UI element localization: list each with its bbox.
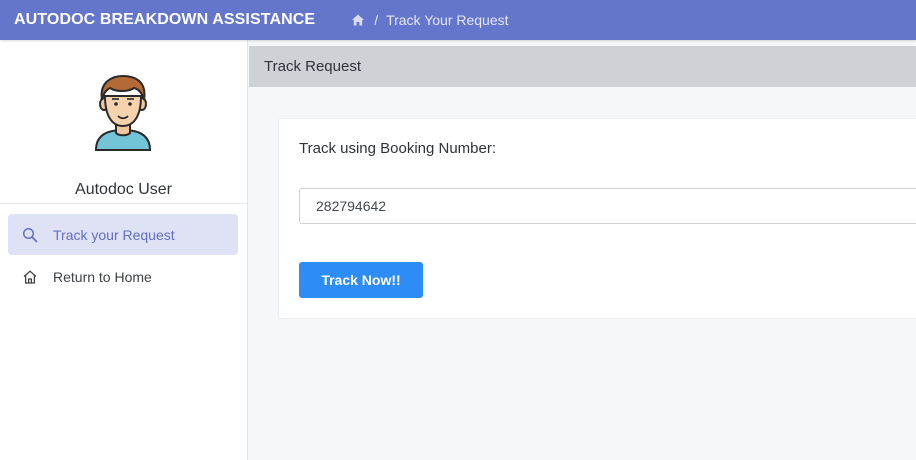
breadcrumb: / Track Your Request bbox=[351, 12, 509, 28]
track-now-button[interactable]: Track Now!! bbox=[299, 262, 423, 298]
booking-number-label: Track using Booking Number: bbox=[299, 140, 497, 157]
booking-number-input[interactable] bbox=[299, 188, 916, 224]
sidebar-divider bbox=[0, 203, 247, 204]
breadcrumb-current: Track Your Request bbox=[386, 12, 509, 28]
user-avatar bbox=[90, 74, 156, 152]
main-content: Track Request Track using Booking Number… bbox=[249, 40, 916, 460]
home-icon bbox=[22, 269, 38, 285]
sidebar-item-label: Return to Home bbox=[53, 268, 152, 285]
section-title: Track Request bbox=[249, 46, 916, 87]
home-icon[interactable] bbox=[351, 13, 365, 27]
sidebar-item-track-request[interactable]: Track your Request bbox=[8, 214, 238, 255]
user-name: Autodoc User bbox=[75, 181, 172, 198]
search-icon bbox=[22, 227, 38, 243]
brand-title[interactable]: AUTODOC BREAKDOWN ASSISTANCE bbox=[0, 11, 315, 29]
sidebar-item-label: Track your Request bbox=[53, 226, 175, 243]
top-navbar: AUTODOC BREAKDOWN ASSISTANCE / Track You… bbox=[0, 0, 916, 40]
track-request-card: Track using Booking Number: Track Now!! bbox=[279, 119, 916, 318]
sidebar: Autodoc User Track your Request Return t… bbox=[0, 40, 248, 460]
breadcrumb-separator: / bbox=[374, 12, 379, 28]
sidebar-item-return-home[interactable]: Return to Home bbox=[8, 256, 238, 297]
